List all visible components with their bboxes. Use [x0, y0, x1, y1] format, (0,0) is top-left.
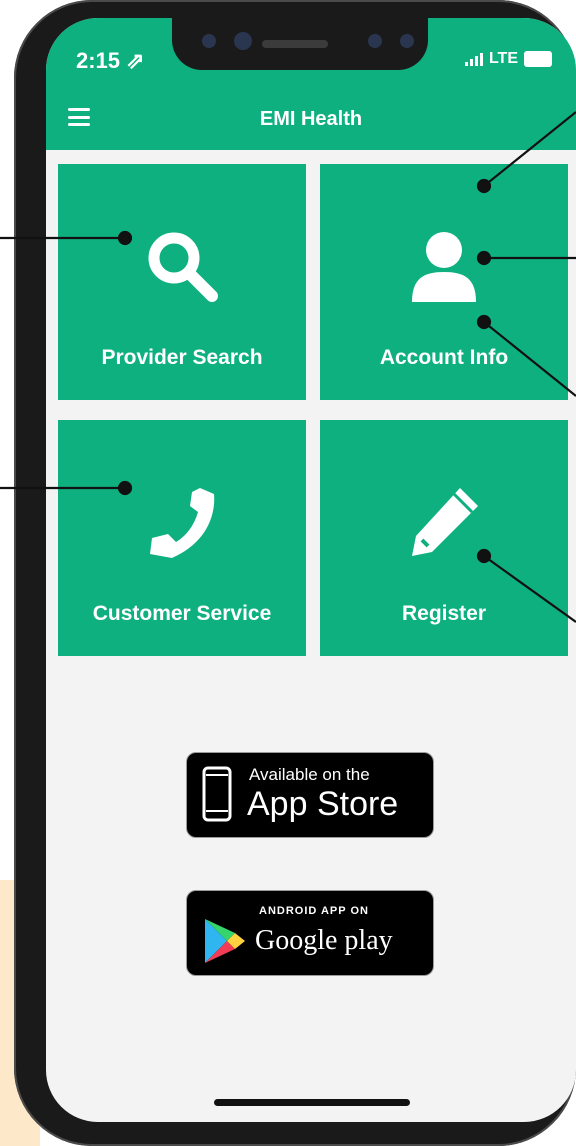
search-icon	[148, 232, 218, 302]
user-icon	[412, 232, 476, 302]
google-play-badge[interactable]: ANDROID APP ON Google play	[186, 890, 434, 976]
sensor-dot	[202, 34, 216, 48]
badge-store-name: App Store	[247, 785, 399, 823]
camera-dot	[234, 32, 252, 50]
play-store-icon	[205, 919, 245, 963]
register-tile[interactable]: Register	[320, 420, 568, 656]
tile-label: Account Info	[379, 346, 509, 369]
pencil-icon	[412, 488, 478, 556]
badge-caption: ANDROID APP ON	[259, 905, 369, 917]
sensor-dot	[400, 34, 414, 48]
page-title: EMI Health	[259, 108, 363, 130]
phone-icon	[150, 488, 215, 558]
app-store-badge[interactable]: Available on the App Store	[186, 752, 434, 838]
screen: 2:15 ⇗ LTE EMI Health Provider Search Ac…	[46, 18, 576, 1122]
smartphone-icon	[202, 766, 232, 822]
tile-label: Provider Search	[101, 346, 263, 369]
signal-icon	[464, 52, 483, 66]
badge-caption: Available on the	[249, 765, 370, 784]
battery-icon	[524, 51, 552, 67]
notch	[172, 18, 428, 70]
tile-label: Customer Service	[92, 602, 272, 625]
status-indicators: LTE	[464, 50, 552, 68]
provider-search-tile[interactable]: Provider Search	[58, 164, 306, 400]
sensor-dot	[368, 34, 382, 48]
customer-service-tile[interactable]: Customer Service	[58, 420, 306, 656]
badge-store-name: Google play	[255, 925, 393, 956]
account-info-tile[interactable]: Account Info	[320, 164, 568, 400]
phone-frame: 2:15 ⇗ LTE EMI Health Provider Search Ac…	[14, 0, 576, 1146]
network-type: LTE	[488, 50, 518, 67]
home-indicator[interactable]	[214, 1099, 410, 1106]
speaker-grille	[262, 40, 328, 48]
status-time: 2:15 ⇗	[76, 48, 145, 73]
tile-label: Register	[401, 602, 487, 625]
